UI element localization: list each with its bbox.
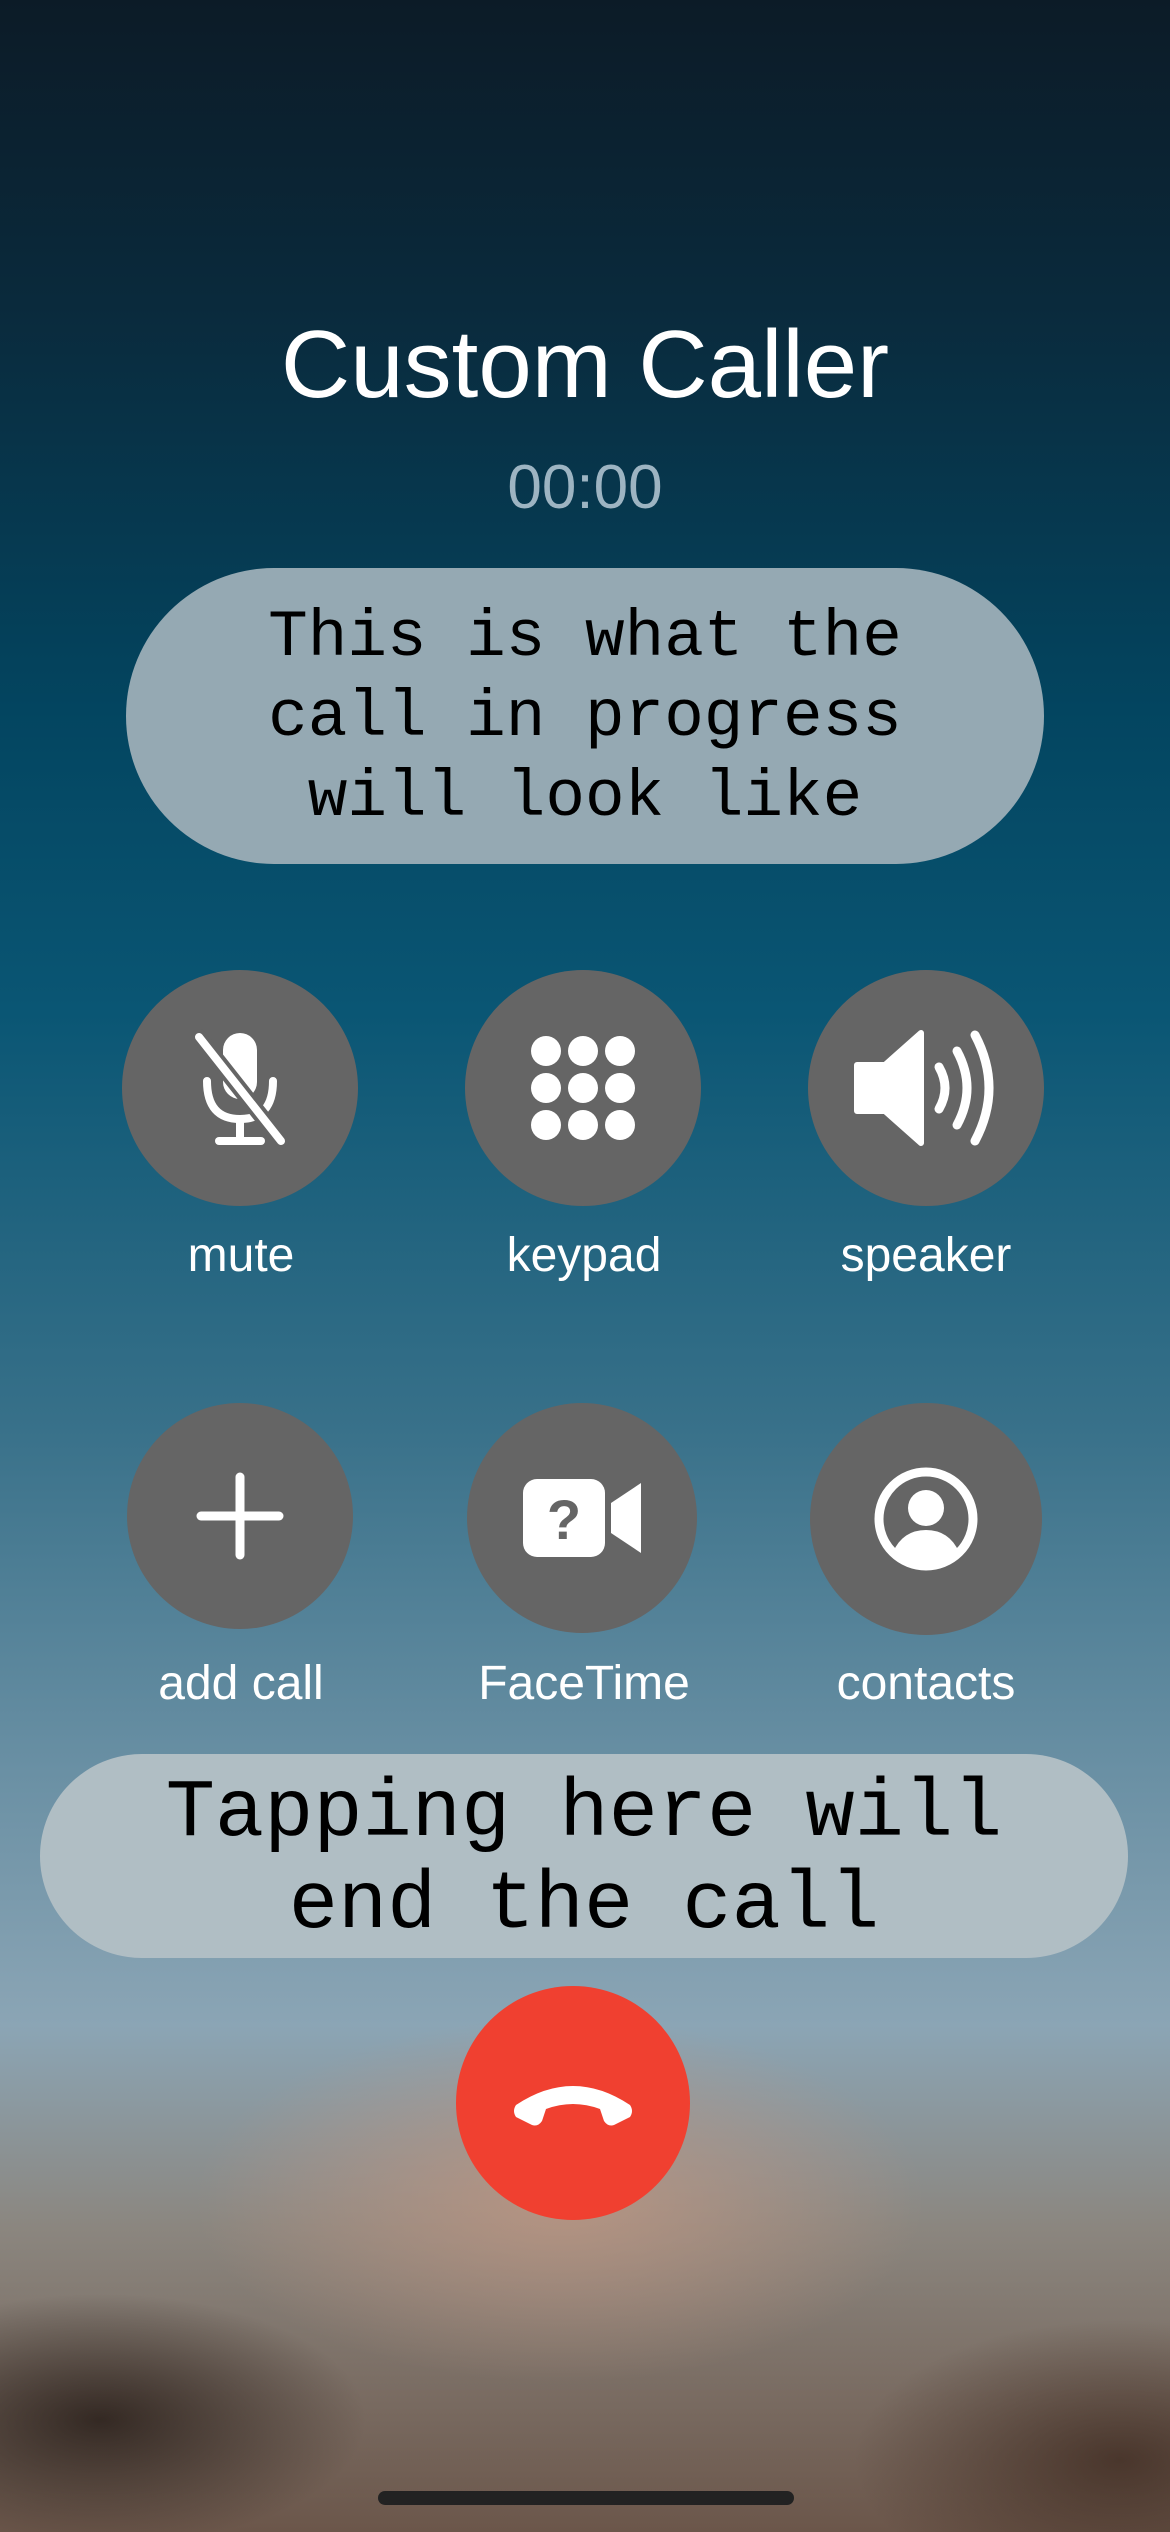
- speaker-label: speaker: [840, 1229, 1012, 1282]
- facetime-button[interactable]: ?: [467, 1403, 697, 1633]
- home-indicator[interactable]: [378, 2491, 794, 2505]
- phone-down-icon: [514, 2086, 632, 2126]
- end-call-button[interactable]: [456, 1986, 690, 2220]
- svg-text:?: ?: [547, 1488, 581, 1551]
- add-call-label: add call: [158, 1657, 324, 1710]
- person-circle-icon: [874, 1467, 978, 1571]
- contacts-button[interactable]: [810, 1403, 1042, 1635]
- mute-button[interactable]: [122, 970, 358, 1206]
- hint-line: call in progress: [268, 680, 902, 755]
- hint-line: will look like: [307, 760, 863, 835]
- keypad-button[interactable]: [465, 970, 701, 1206]
- contacts-label: contacts: [836, 1657, 1016, 1710]
- hint-line: This is what the: [268, 600, 902, 675]
- keypad-label: keypad: [506, 1229, 662, 1282]
- call-timer: 00:00: [507, 453, 663, 522]
- mic-slash-icon: [191, 1029, 289, 1149]
- keypad-grid-icon: [531, 1036, 635, 1140]
- hint-bubble-call-in-progress: This is what the call in progress will l…: [126, 568, 1044, 864]
- plus-icon: [196, 1472, 284, 1560]
- speaker-wave-icon: [854, 1030, 994, 1146]
- video-question-icon: ?: [523, 1479, 641, 1557]
- speaker-button[interactable]: [808, 970, 1044, 1206]
- hint-line: end the call: [288, 1859, 880, 1952]
- mute-label: mute: [187, 1229, 295, 1282]
- caller-name: Custom Caller: [280, 311, 890, 418]
- hint-bubble-end-call: Tapping here will end the call: [40, 1754, 1128, 1958]
- hint-line: Tapping here will: [165, 1767, 1003, 1860]
- add-call-button[interactable]: [127, 1403, 353, 1629]
- facetime-label: FaceTime: [478, 1657, 690, 1710]
